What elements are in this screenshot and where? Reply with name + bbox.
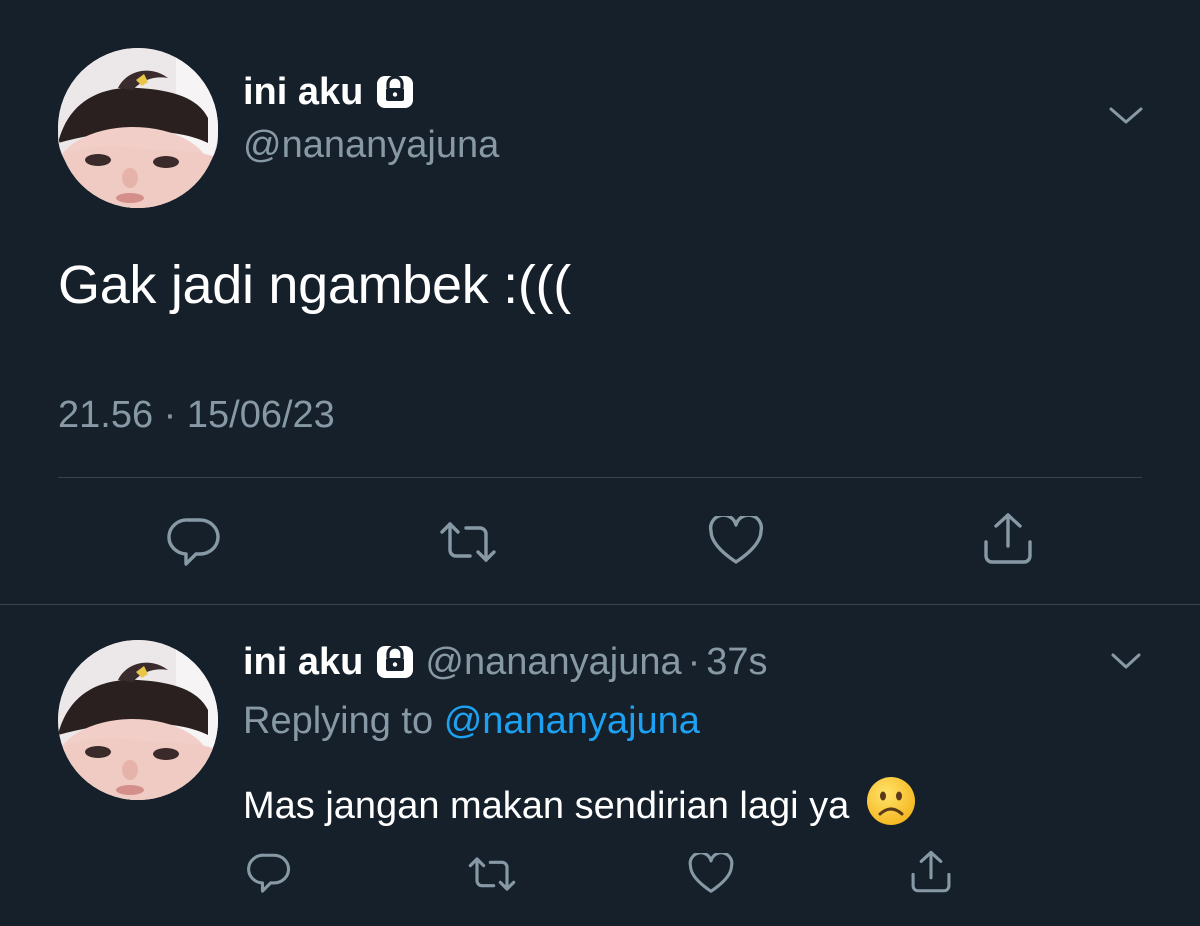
separator-dot: · bbox=[687, 640, 701, 683]
avatar-photo bbox=[58, 640, 218, 800]
chevron-down-icon[interactable] bbox=[1110, 650, 1142, 672]
reply-icon[interactable] bbox=[166, 516, 222, 570]
section-divider bbox=[0, 604, 1200, 605]
frowning-face-emoji bbox=[866, 776, 916, 826]
like-icon[interactable] bbox=[708, 516, 764, 566]
lock-icon bbox=[375, 640, 415, 685]
avatar-image[interactable] bbox=[58, 48, 218, 208]
display-name[interactable]: ini aku bbox=[243, 71, 363, 114]
share-icon[interactable] bbox=[908, 850, 954, 894]
display-name-row: ini aku bbox=[243, 70, 415, 114]
lock-icon bbox=[375, 70, 415, 115]
tweet-age[interactable]: 37s bbox=[706, 641, 767, 684]
handle[interactable]: @nananyajuna bbox=[243, 124, 499, 167]
reply-icon[interactable] bbox=[246, 852, 292, 896]
timestamp[interactable]: 21.56 · 15/06/23 bbox=[58, 394, 335, 437]
share-icon[interactable] bbox=[980, 512, 1036, 566]
chevron-down-icon[interactable] bbox=[1108, 104, 1144, 128]
reply-text-row: Mas jangan makan sendirian lagi ya bbox=[243, 776, 916, 828]
handle[interactable]: @nananyajuna bbox=[425, 641, 681, 684]
avatar[interactable] bbox=[58, 640, 218, 800]
tweet-text: Mas jangan makan sendirian lagi ya bbox=[243, 785, 850, 827]
display-name[interactable]: ini aku bbox=[243, 641, 363, 684]
replying-to: Replying to @nananyajuna bbox=[243, 700, 700, 743]
replying-to-label: Replying to bbox=[243, 700, 434, 742]
tweet-text: Gak jadi ngambek :((( bbox=[58, 255, 571, 315]
retweet-icon[interactable] bbox=[438, 518, 498, 566]
retweet-icon[interactable] bbox=[466, 854, 518, 894]
reply-header: ini aku @nananyajuna · 37s bbox=[243, 640, 768, 684]
divider bbox=[58, 477, 1142, 478]
avatar-photo bbox=[58, 48, 218, 208]
mention-link[interactable]: @nananyajuna bbox=[444, 700, 700, 742]
like-icon[interactable] bbox=[688, 853, 734, 895]
